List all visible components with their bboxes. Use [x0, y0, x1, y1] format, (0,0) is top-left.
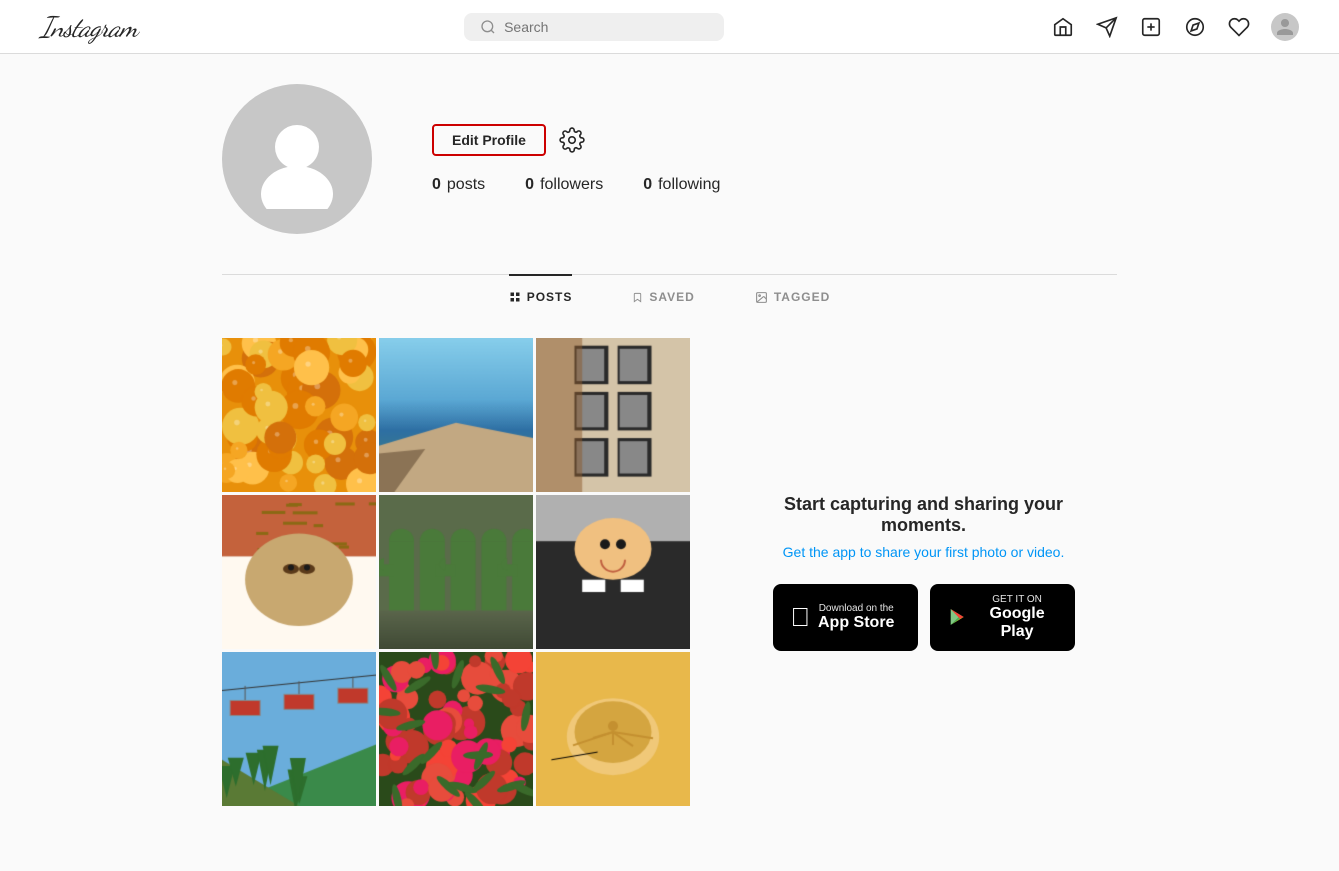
google-play-line1: GET IT ON: [978, 594, 1057, 605]
add-post-icon[interactable]: [1139, 15, 1163, 39]
instagram-logo: Instagram: [40, 10, 137, 44]
grid-cell-4[interactable]: [222, 495, 376, 649]
following-label: following: [658, 176, 720, 194]
grid-cell-5[interactable]: [379, 495, 533, 649]
posts-label: posts: [447, 176, 485, 194]
google-play-button[interactable]: GET IT ON Google Play: [930, 584, 1075, 651]
settings-icon[interactable]: [558, 126, 586, 154]
promo-subtitle: Get the app to share your first photo or…: [783, 544, 1065, 560]
tab-tagged-label: TAGGED: [774, 290, 830, 304]
app-store-line1: Download on the: [818, 603, 894, 614]
home-icon[interactable]: [1051, 15, 1075, 39]
following-stat[interactable]: 0 following: [643, 176, 720, 194]
tag-icon: [755, 291, 768, 304]
grid-cell-2[interactable]: [379, 338, 533, 492]
profile-tabs: POSTS SAVED TAGGED: [222, 274, 1117, 318]
grid-icon: [509, 291, 521, 303]
profile-content: Start capturing and sharing your moments…: [202, 318, 1137, 826]
heart-icon[interactable]: [1227, 15, 1251, 39]
main-header: Instagram: [0, 0, 1339, 54]
edit-profile-button[interactable]: Edit Profile: [432, 124, 546, 156]
following-count: 0: [643, 176, 652, 194]
search-input[interactable]: [504, 19, 708, 35]
grid-cell-7[interactable]: [222, 652, 376, 806]
profile-actions: Edit Profile: [432, 124, 1117, 156]
grid-cell-8[interactable]: [379, 652, 533, 806]
grid-cell-9[interactable]: [536, 652, 690, 806]
profile-avatar[interactable]: [222, 84, 372, 234]
profile-section: Edit Profile 0 posts 0 followers: [202, 54, 1137, 318]
explore-icon[interactable]: [1183, 15, 1207, 39]
promo-title: Start capturing and sharing your moments…: [750, 494, 1097, 536]
app-store-button[interactable]:  Download on the App Store: [773, 584, 918, 651]
tab-saved-label: SAVED: [649, 290, 694, 304]
app-badges:  Download on the App Store GET IT ON Go…: [773, 584, 1075, 651]
search-bar[interactable]: [464, 13, 724, 41]
tab-posts-label: POSTS: [527, 290, 573, 304]
google-play-icon: [948, 604, 970, 630]
main-nav: [1051, 13, 1299, 41]
profile-info: Edit Profile 0 posts 0 followers: [432, 124, 1117, 194]
bookmark-icon: [632, 291, 643, 304]
app-store-line2: App Store: [818, 614, 894, 632]
app-promo: Start capturing and sharing your moments…: [730, 338, 1117, 806]
google-play-line2: Google Play: [978, 605, 1057, 641]
profile-stats: 0 posts 0 followers 0 following: [432, 176, 1117, 194]
tab-tagged[interactable]: TAGGED: [755, 274, 830, 318]
search-icon: [480, 19, 496, 35]
grid-cell-1[interactable]: [222, 338, 376, 492]
photo-grid: [222, 338, 690, 806]
profile-avatar-nav[interactable]: [1271, 13, 1299, 41]
followers-count: 0: [525, 176, 534, 194]
followers-label: followers: [540, 176, 603, 194]
grid-cell-3[interactable]: [536, 338, 690, 492]
followers-stat[interactable]: 0 followers: [525, 176, 603, 194]
direct-icon[interactable]: [1095, 15, 1119, 39]
posts-count: 0: [432, 176, 441, 194]
tab-posts[interactable]: POSTS: [509, 274, 573, 318]
tab-saved[interactable]: SAVED: [632, 274, 694, 318]
apple-icon: : [791, 602, 811, 633]
posts-stat[interactable]: 0 posts: [432, 176, 485, 194]
grid-cell-6[interactable]: [536, 495, 690, 649]
profile-header: Edit Profile 0 posts 0 followers: [222, 84, 1117, 254]
